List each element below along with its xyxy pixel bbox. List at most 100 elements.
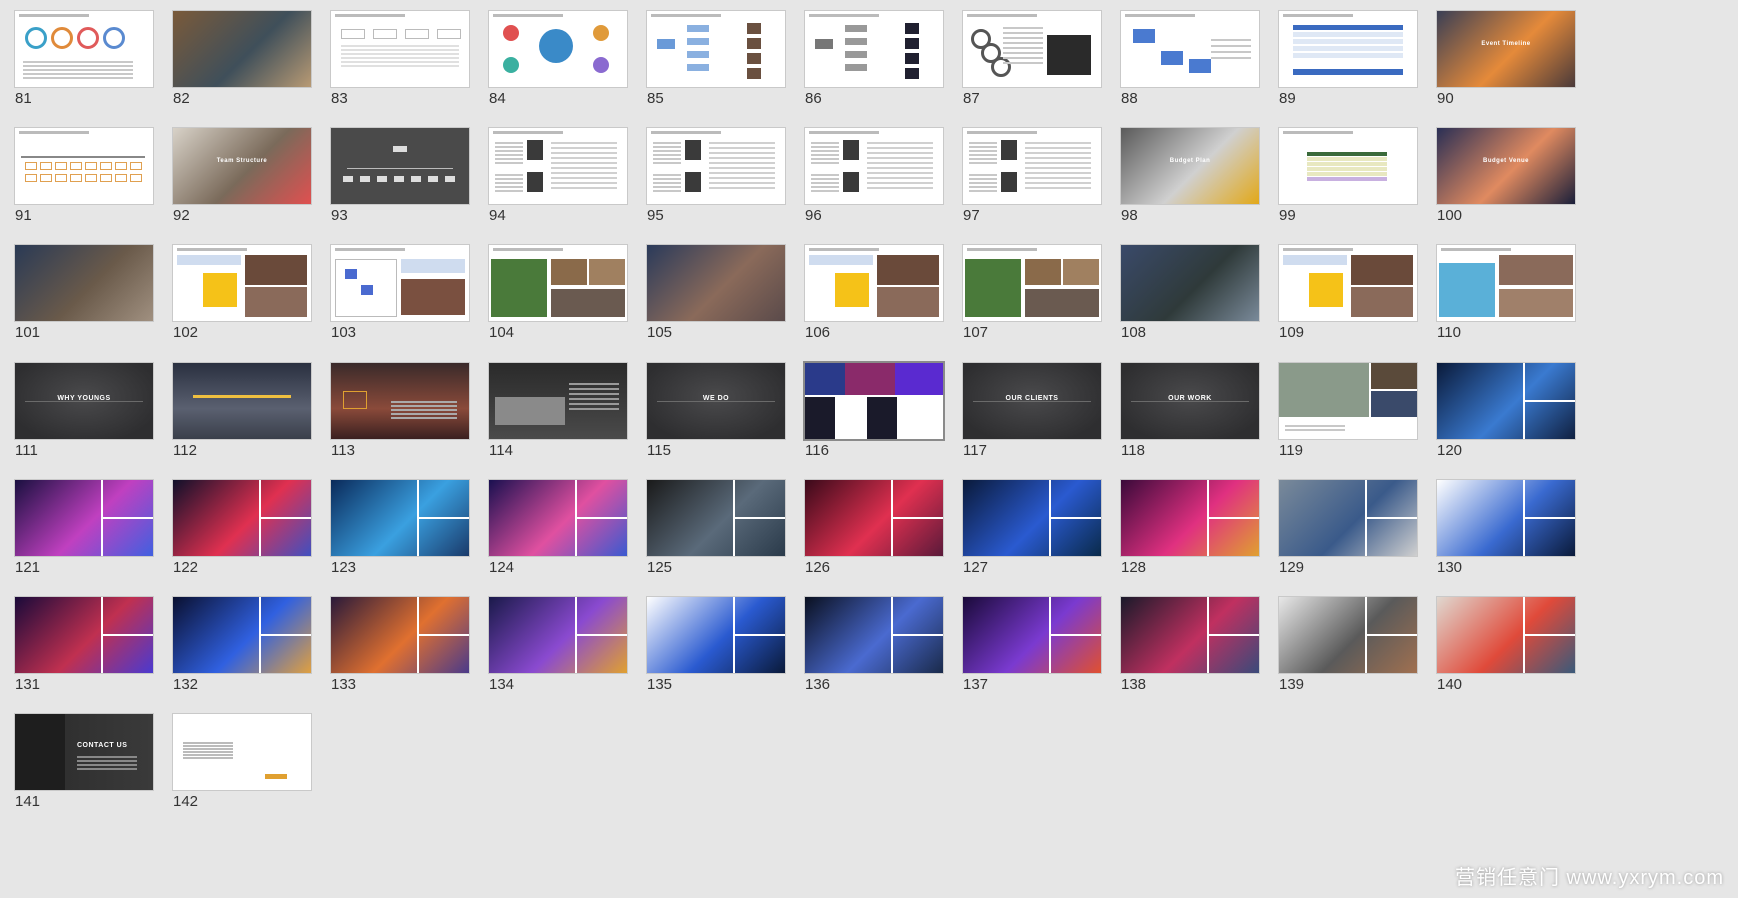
slide-preview: CONTACT US [14,713,154,791]
slide-preview [172,713,312,791]
slide-thumbnail-140[interactable]: 140 [1436,596,1576,696]
slide-thumbnail-85[interactable]: 85 [646,10,786,110]
slide-thumbnail-103[interactable]: 103 [330,244,470,344]
slide-thumbnail-121[interactable]: 121 [14,479,154,579]
slide-thumbnail-141[interactable]: CONTACT US 141 [14,713,154,813]
text-line [709,147,775,149]
slide-thumbnail-109[interactable]: 109 [1278,244,1418,344]
slide-number: 90 [1437,90,1454,107]
slide-thumbnail-119[interactable]: 119 [1278,362,1418,462]
slide-thumbnail-113[interactable]: 113 [330,362,470,462]
slide-thumbnail-91[interactable]: 91 [14,127,154,227]
text-line [969,154,997,156]
slide-thumbnail-122[interactable]: 122 [172,479,312,579]
slide-thumbnail-124[interactable]: 124 [488,479,628,579]
slide-title-bar [177,248,247,251]
slide-thumbnail-142[interactable]: 142 [172,713,312,813]
text-line [867,182,933,184]
tree-node [687,64,709,71]
venue-photo [401,279,465,315]
slide-thumbnail-86[interactable]: 86 [804,10,944,110]
slide-thumbnail-117[interactable]: OUR CLIENTS 117 [962,362,1102,462]
slide-thumbnail-134[interactable]: 134 [488,596,628,696]
slide-thumbnail-111[interactable]: WHY YOUNGS 111 [14,362,154,462]
slide-thumbnail-129[interactable]: 129 [1278,479,1418,579]
stage-photo [805,363,845,395]
slide-thumbnail-81[interactable]: 81 [14,10,154,110]
slide-thumbnail-115[interactable]: WE DO 115 [646,362,786,462]
slide-thumbnail-128[interactable]: 128 [1120,479,1260,579]
tree-node [687,51,709,58]
slide-thumbnail-87[interactable]: 87 [962,10,1102,110]
slide-thumbnail-96[interactable]: 96 [804,127,944,227]
text-line [183,751,233,753]
text-line [653,186,681,188]
slide-number: 106 [805,324,831,341]
slide-thumbnail-116[interactable]: 116 [803,361,945,462]
slide-thumbnail-82[interactable]: 82 [172,10,312,110]
slide-thumbnail-112[interactable]: 112 [172,362,312,462]
slide-thumbnail-101[interactable]: 101 [14,244,154,344]
slide-thumbnail-84[interactable]: 84 [488,10,628,110]
org-box [394,176,404,182]
slide-title-bar [967,248,1037,251]
collage-divider [577,634,627,636]
org-box [445,176,455,182]
slide-preview: Budget Venue [1436,127,1576,205]
slide-number: 81 [15,90,32,107]
slide-thumbnail-99[interactable]: 99 [1278,127,1418,227]
slide-thumbnail-88[interactable]: 88 [1120,10,1260,110]
venue-photo [1025,289,1099,317]
text-line [77,768,137,770]
venue-photo [245,287,307,317]
slide-thumbnail-106[interactable]: 106 [804,244,944,344]
slide-thumbnail-120[interactable]: 120 [1436,362,1576,462]
text-line [495,154,523,156]
slide-thumbnail-127[interactable]: 127 [962,479,1102,579]
slide-thumbnail-97[interactable]: 97 [962,127,1102,227]
slide-thumbnail-123[interactable]: 123 [330,479,470,579]
text-line [969,162,997,164]
wheel-node [503,25,519,41]
slide-thumbnail-126[interactable]: 126 [804,479,944,579]
slide-thumbnail-139[interactable]: 139 [1278,596,1418,696]
slide-thumbnail-90[interactable]: Event Timeline 90 [1436,10,1576,110]
slide-thumbnail-136[interactable]: 136 [804,596,944,696]
slide-preview: Team Structure [172,127,312,205]
slide-thumbnail-105[interactable]: 105 [646,244,786,344]
slide-thumbnail-133[interactable]: 133 [330,596,470,696]
slide-thumbnail-104[interactable]: 104 [488,244,628,344]
slide-title-bar [493,248,563,251]
text-line [653,182,681,184]
slide-thumbnail-118[interactable]: OUR WORK 118 [1120,362,1260,462]
slide-thumbnail-92[interactable]: Team Structure 92 [172,127,312,227]
slide-thumbnail-114[interactable]: 114 [488,362,628,462]
slide-thumbnail-137[interactable]: 137 [962,596,1102,696]
slide-thumbnail-94[interactable]: 94 [488,127,628,227]
slide-thumbnail-130[interactable]: 130 [1436,479,1576,579]
text-line [867,177,933,179]
car-photo [1279,363,1369,417]
slide-thumbnail-107[interactable]: 107 [962,244,1102,344]
slide-thumbnail-108[interactable]: 108 [1120,244,1260,344]
slide-thumbnail-89[interactable]: 89 [1278,10,1418,110]
slide-thumbnail-102[interactable]: 102 [172,244,312,344]
slide-number: 83 [331,90,348,107]
slide-thumbnail-93[interactable]: 93 [330,127,470,227]
slide-number: 86 [805,90,822,107]
slide-thumbnail-110[interactable]: 110 [1436,244,1576,344]
slide-thumbnail-100[interactable]: Budget Venue 100 [1436,127,1576,227]
slide-thumbnail-135[interactable]: 135 [646,596,786,696]
slide-thumbnail-83[interactable]: 83 [330,10,470,110]
slide-thumbnail-95[interactable]: 95 [646,127,786,227]
slide-thumbnail-138[interactable]: 138 [1120,596,1260,696]
text-line [569,408,619,410]
venue-table [177,255,241,265]
slide-thumbnail-132[interactable]: 132 [172,596,312,696]
slide-thumbnail-98[interactable]: Budget Plan 98 [1120,127,1260,227]
slide-number: 101 [15,324,41,341]
slide-thumbnail-125[interactable]: 125 [646,479,786,579]
slide-preview [14,10,154,88]
slide-thumbnail-131[interactable]: 131 [14,596,154,696]
timeline-node [115,162,127,170]
